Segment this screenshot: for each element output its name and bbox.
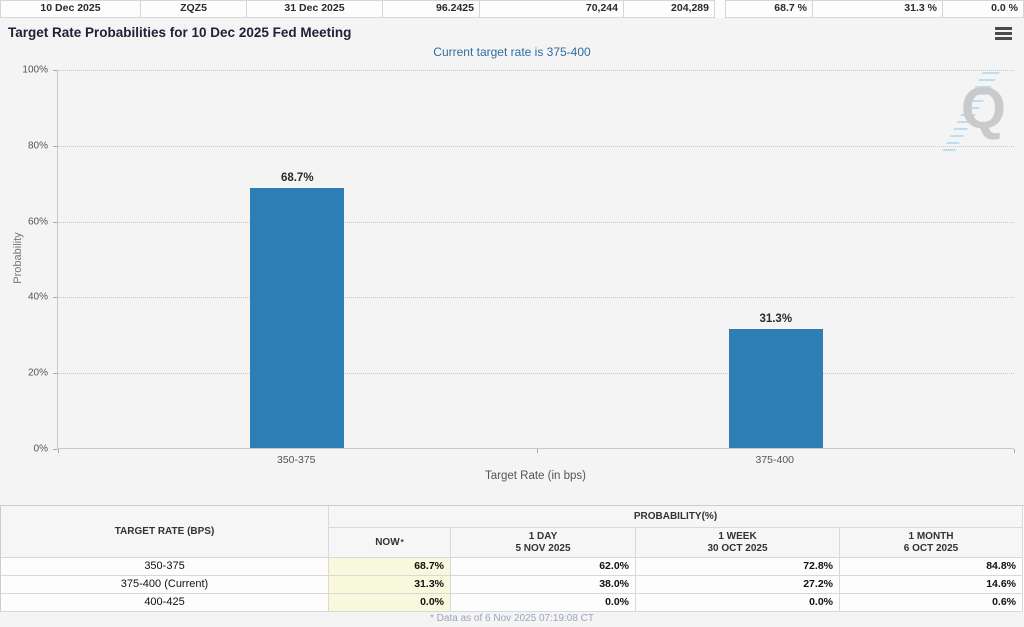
cell-1week-row1: 27.2% [636, 576, 840, 594]
gridline-40% [58, 297, 1014, 299]
period-header-line: 1 MONTH [908, 530, 954, 542]
gridline-100% [58, 70, 1014, 71]
x-axis-title: Target Rate (in bps) [485, 470, 586, 482]
cell-now-row2: 0.0% [329, 594, 451, 612]
col-header-period-1: 1 WEEK 30 OCT 2025 [636, 528, 840, 558]
hamburger-bar [995, 27, 1012, 30]
y-axis: 0% 20% 40% 60% 80% 100% [0, 65, 57, 455]
gridline-60% [58, 221, 1014, 223]
data-as-of-note: * Data as of 6 Nov 2025 07:19:08 CT [430, 613, 594, 624]
period-header-line: 30 OCT 2025 [707, 542, 768, 554]
bar-value-label-375-400: 31.3% [759, 313, 793, 326]
x-tick-label-350-375: 350-375 [276, 454, 316, 466]
gridline-20% [58, 373, 1014, 375]
period-header-line: 1 WEEK [718, 530, 757, 542]
strip-cell-5: 204,289 [624, 0, 715, 18]
col-header-now: NOW * [329, 528, 451, 558]
quikstrike-watermark: Q [928, 72, 1006, 152]
y-tick-label-40%: 40% [27, 291, 48, 303]
y-tick-label-0%: 0% [33, 443, 48, 455]
x-tick-mark [1014, 449, 1015, 453]
col-header-probability: PROBABILITY(%) [329, 506, 1023, 528]
period-header-line: 1 DAY [528, 530, 558, 542]
strip-cell-7: 31.3 % [813, 0, 943, 18]
strip-cell-8: 0.0 % [943, 0, 1024, 18]
chart-subtitle: Current target rate is 375-400 [433, 45, 591, 59]
strip-cell-4: 70,244 [480, 0, 624, 18]
col-header-period-0: 1 DAY 5 NOV 2025 [451, 528, 636, 558]
watermark-q-letter: Q [960, 76, 1006, 141]
x-axis-labels: 350-375 375-400 [0, 454, 1024, 468]
page-title: Target Rate Probabilities for 10 Dec 202… [8, 25, 352, 40]
y-tick-label-60%: 60% [27, 216, 48, 228]
y-tick-label-20%: 20% [27, 367, 48, 379]
period-header-line: 6 OCT 2025 [903, 542, 959, 554]
cell-1month-row1: 14.6% [840, 576, 1023, 594]
cell-rate-row0: 350-375 [1, 558, 329, 576]
strip-cell-2: 31 Dec 2025 [247, 0, 383, 18]
y-tick-label-100%: 100% [22, 64, 48, 76]
cell-1day-row2: 0.0% [451, 594, 636, 612]
cell-now-row0: 68.7% [329, 558, 451, 576]
cell-now-row1: 31.3% [329, 576, 451, 594]
col-header-target-rate: TARGET RATE (BPS) [1, 506, 329, 558]
cell-rate-row1: 375-400 (Current) [1, 576, 329, 594]
cell-1month-row2: 0.6% [840, 594, 1023, 612]
hamburger-menu-icon[interactable] [995, 27, 1012, 40]
y-tick-label-80%: 80% [27, 140, 48, 152]
cell-1week-row0: 72.8% [636, 558, 840, 576]
bar-value-label-350-375: 68.7% [280, 171, 314, 184]
x-tick-label-375-400: 375-400 [755, 454, 795, 466]
period-header-line: 5 NOV 2025 [515, 542, 571, 554]
x-tick-mark [536, 449, 538, 453]
col-header-period-2: 1 MONTH 6 OCT 2025 [840, 528, 1023, 558]
bar-350-375[interactable] [250, 187, 345, 448]
strip-cell-1: ZQZ5 [141, 0, 247, 18]
cell-1day-row0: 62.0% [451, 558, 636, 576]
hamburger-bar [995, 32, 1012, 35]
cell-1week-row2: 0.0% [636, 594, 840, 612]
now-asterisk: * [400, 537, 404, 547]
cell-rate-row2: 400-425 [1, 594, 329, 612]
hamburger-bar [995, 37, 1012, 40]
y-tick-mark [53, 449, 57, 450]
cell-1day-row1: 38.0% [451, 576, 636, 594]
now-label: NOW [375, 536, 400, 548]
x-tick-mark [58, 449, 59, 453]
probability-table: TARGET RATE (BPS) PROBABILITY(%) NOW * 1 … [0, 505, 1024, 612]
bar-375-400[interactable] [728, 329, 823, 448]
strip-cell-6: 68.7 % [725, 0, 813, 18]
plot-area: Q 68.7% 31.3% [57, 70, 1015, 453]
meetings-strip-row[interactable]: 10 Dec 2025 ZQZ5 31 Dec 2025 96.2425 70,244 2… [0, 0, 1024, 18]
gridline-80% [58, 145, 1014, 147]
strip-cell-0: 10 Dec 2025 [0, 0, 141, 18]
cell-1month-row0: 84.8% [840, 558, 1023, 576]
strip-cell-3: 96.2425 [383, 0, 480, 18]
